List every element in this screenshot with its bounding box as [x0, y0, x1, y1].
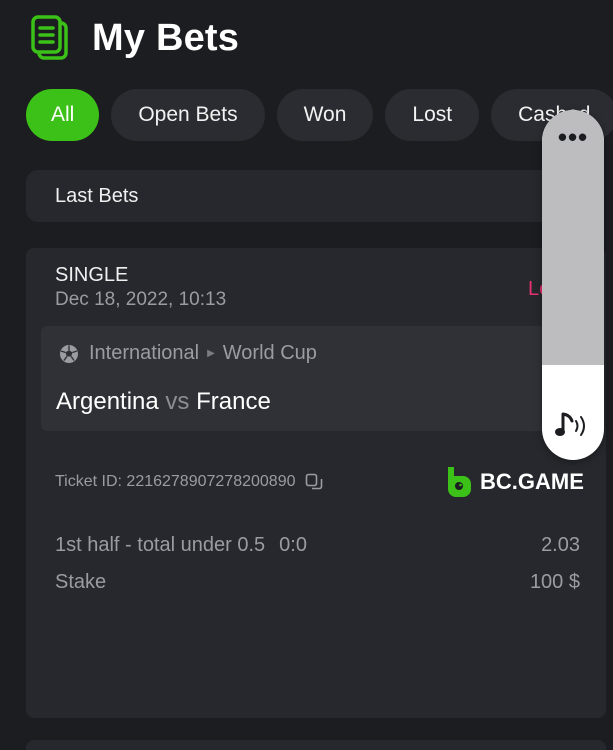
- odds-value: 2.03: [541, 534, 580, 556]
- selection-score: 0:0: [279, 534, 307, 556]
- tab-open-bets[interactable]: Open Bets: [111, 89, 265, 141]
- brand-name: BC.GAME: [480, 469, 584, 494]
- bet-date: Dec 18, 2022, 10:13: [55, 289, 227, 310]
- home-team: Argentina: [56, 388, 159, 415]
- vs-label: vs: [165, 388, 190, 415]
- next-bet-card[interactable]: [26, 740, 606, 750]
- music-note-icon[interactable]: [554, 408, 592, 442]
- league-competition: World Cup: [222, 342, 317, 364]
- bet-type: SINGLE: [55, 264, 129, 286]
- tab-won[interactable]: Won: [276, 89, 374, 141]
- bet-card[interactable]: SINGLE Dec 18, 2022, 10:13 Lost Internat…: [26, 248, 606, 718]
- league-region: International: [89, 342, 200, 364]
- selection-label: 1st half - total under 0.5: [55, 534, 266, 556]
- tab-lost[interactable]: Lost: [385, 89, 480, 141]
- soccer-ball-icon: [60, 345, 78, 363]
- ticket-id: Ticket ID: 2216278907278200890: [55, 473, 323, 491]
- selection-row: 1st half - total under 0.5 0:0 2.03: [55, 534, 580, 557]
- caret-right-icon: ▶: [207, 348, 215, 359]
- filter-tabs: All Open Bets Won Lost Cashed: [26, 89, 613, 141]
- bets-list-icon: [31, 15, 68, 60]
- tab-all[interactable]: All: [26, 89, 100, 141]
- floating-volume-panel[interactable]: •••: [542, 110, 604, 460]
- page-title: My Bets: [92, 16, 240, 59]
- stake-label: Stake: [55, 571, 107, 593]
- ticket-id-text: Ticket ID: 2216278907278200890: [55, 473, 296, 490]
- bc-game-logo-icon: [448, 467, 471, 497]
- last-bets-header[interactable]: Last Bets: [26, 170, 586, 222]
- more-options-icon[interactable]: •••: [542, 124, 604, 150]
- stake-row: Stake 100 $: [55, 571, 580, 594]
- page-header: My Bets: [30, 12, 239, 64]
- league-breadcrumb: International ▶ World Cup: [89, 342, 317, 365]
- match-info[interactable]: International ▶ World Cup Argentina vs F…: [41, 326, 601, 431]
- copy-icon[interactable]: [305, 473, 323, 491]
- brand-logo: BC.GAME: [446, 466, 584, 498]
- stake-value: 100 $: [529, 571, 580, 593]
- match-teams: Argentina vs France: [56, 388, 271, 416]
- away-team: France: [196, 388, 271, 415]
